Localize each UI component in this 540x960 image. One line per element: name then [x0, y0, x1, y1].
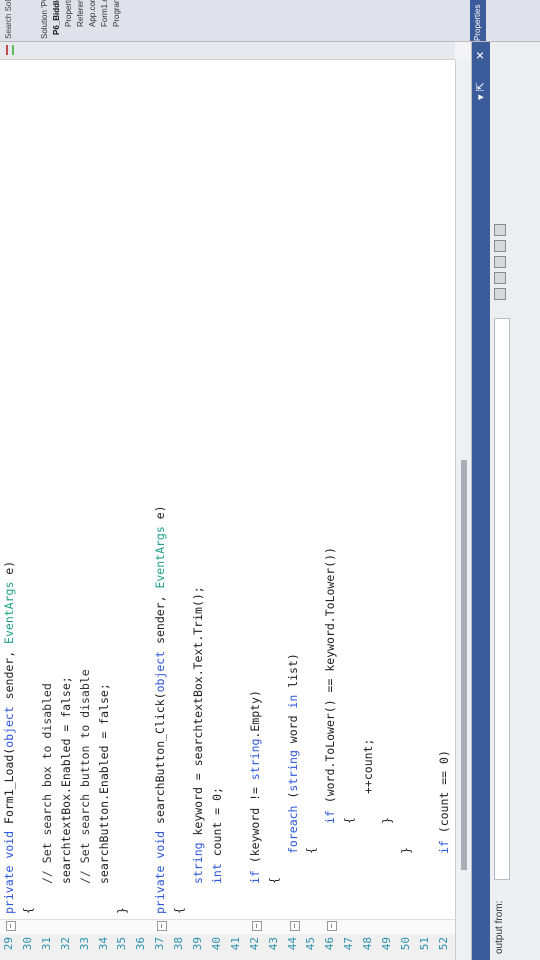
code-line[interactable]: if (keyword != string.Empty) [248, 690, 262, 884]
code-line[interactable]: searchButton.Enabled = false; [97, 683, 111, 884]
code-editor[interactable]: 29 30 31 32 33 34 35 36 37 38 39 40 41 42 43 44 45 46 47 48… [0, 60, 455, 960]
line-number: 48 [361, 937, 375, 951]
next-message-icon[interactable] [494, 256, 506, 268]
line-number: 31 [39, 937, 53, 951]
fold-toggle-icon[interactable]: − [327, 921, 338, 931]
code-line[interactable]: string keyword = searchtextBox.Text.Trim… [191, 586, 205, 884]
horizontal-scrollbar[interactable] [455, 60, 472, 960]
ide-window: 29 30 31 32 33 34 35 36 37 38 39 40 41 42 43 44 45 46 47 48… [0, 0, 540, 960]
fold-toggle-icon[interactable]: − [289, 921, 300, 931]
appconfig-node[interactable]: App.conf [88, 0, 97, 27]
properties-tab[interactable]: Properties [470, 0, 486, 41]
output-from-label: output from: [494, 900, 505, 954]
code-line[interactable]: } [115, 907, 129, 914]
project-node[interactable]: P6_Biddle_S [52, 0, 61, 35]
line-number: 34 [96, 937, 110, 951]
code-line[interactable]: { [304, 847, 318, 854]
code-line[interactable]: foreach (string word in list) [286, 653, 300, 854]
line-number: 40 [209, 937, 223, 951]
line-number: 47 [342, 937, 356, 951]
scrollbar-thumb[interactable] [461, 460, 467, 870]
code-line[interactable]: searchtextBox.Enabled = false; [59, 676, 73, 884]
code-line[interactable]: ++count; [361, 739, 375, 794]
line-number: 43 [266, 937, 280, 951]
code-line[interactable]: private void Form1_Load(object sender, E… [2, 561, 16, 914]
code-line[interactable]: { [21, 907, 35, 914]
line-number: 36 [134, 937, 148, 951]
code-line[interactable]: { [172, 907, 186, 914]
program-node[interactable]: Program [112, 0, 121, 27]
change-marker [12, 45, 14, 55]
line-number: 44 [285, 937, 299, 951]
vertical-scrollbar[interactable] [0, 41, 455, 60]
line-number: 30 [20, 937, 34, 951]
code-line[interactable]: { [342, 817, 356, 824]
line-number-gutter: 29 30 31 32 33 34 35 36 37 38 39 40 41 42 43 44 45 46 47 48… [0, 934, 455, 960]
close-icon[interactable]: ✕ [474, 51, 487, 60]
code-line[interactable]: } [380, 817, 394, 824]
line-number: 51 [417, 937, 431, 951]
line-number: 39 [191, 937, 204, 951]
line-number: 50 [398, 937, 412, 951]
line-number: 42 [247, 937, 261, 951]
form1-node[interactable]: Form1.cs [100, 0, 109, 27]
line-number: 35 [115, 937, 129, 951]
word-wrap-icon[interactable] [494, 224, 506, 236]
line-number: 32 [58, 937, 72, 951]
references-node[interactable]: Referenc [76, 0, 85, 27]
output-source-select[interactable] [494, 318, 510, 880]
code-line[interactable]: private void searchButton_Click(object s… [153, 505, 167, 914]
line-number: 37 [153, 937, 167, 951]
find-message-icon[interactable] [494, 288, 506, 300]
solution-search-input[interactable]: Search Solution Expl [4, 0, 13, 39]
solution-node[interactable]: Solution 'P6_Bid [40, 0, 49, 39]
code-line[interactable]: { [267, 877, 281, 884]
line-number: 46 [323, 937, 337, 951]
output-panel: ▾ ⇱ ✕ output from: [471, 42, 540, 960]
line-number: 49 [380, 937, 393, 951]
properties-node[interactable]: Propertie [64, 0, 73, 27]
error-marker [6, 45, 8, 55]
code-line[interactable]: // Set search button to disable [78, 669, 92, 884]
pin-icon[interactable]: ▾ ⇱ [474, 82, 487, 100]
prev-message-icon[interactable] [494, 272, 506, 284]
output-titlebar: ▾ ⇱ ✕ [472, 42, 490, 960]
outline-margin [0, 919, 455, 934]
line-number: 52 [436, 937, 450, 951]
line-number: 41 [228, 937, 242, 951]
line-number: 38 [172, 937, 186, 951]
fold-toggle-icon[interactable]: − [251, 921, 262, 931]
clear-all-icon[interactable] [494, 240, 506, 252]
code-line[interactable]: } [399, 847, 413, 854]
code-line[interactable]: if (count == 0) [437, 750, 451, 854]
line-number: 33 [77, 937, 91, 951]
code-line[interactable]: // Set search box to disabled [40, 683, 54, 884]
code-line[interactable]: if (word.ToLower() == keyword.ToLower()) [323, 547, 337, 824]
line-number: 45 [304, 937, 318, 951]
solution-explorer-panel: Search Solution Expl Solution 'P6_Bid P6… [0, 0, 540, 42]
fold-toggle-icon[interactable]: − [157, 921, 168, 931]
line-number: 29 [2, 937, 15, 951]
fold-toggle-icon[interactable]: − [6, 921, 16, 931]
code-line[interactable]: int count = 0; [210, 787, 224, 884]
